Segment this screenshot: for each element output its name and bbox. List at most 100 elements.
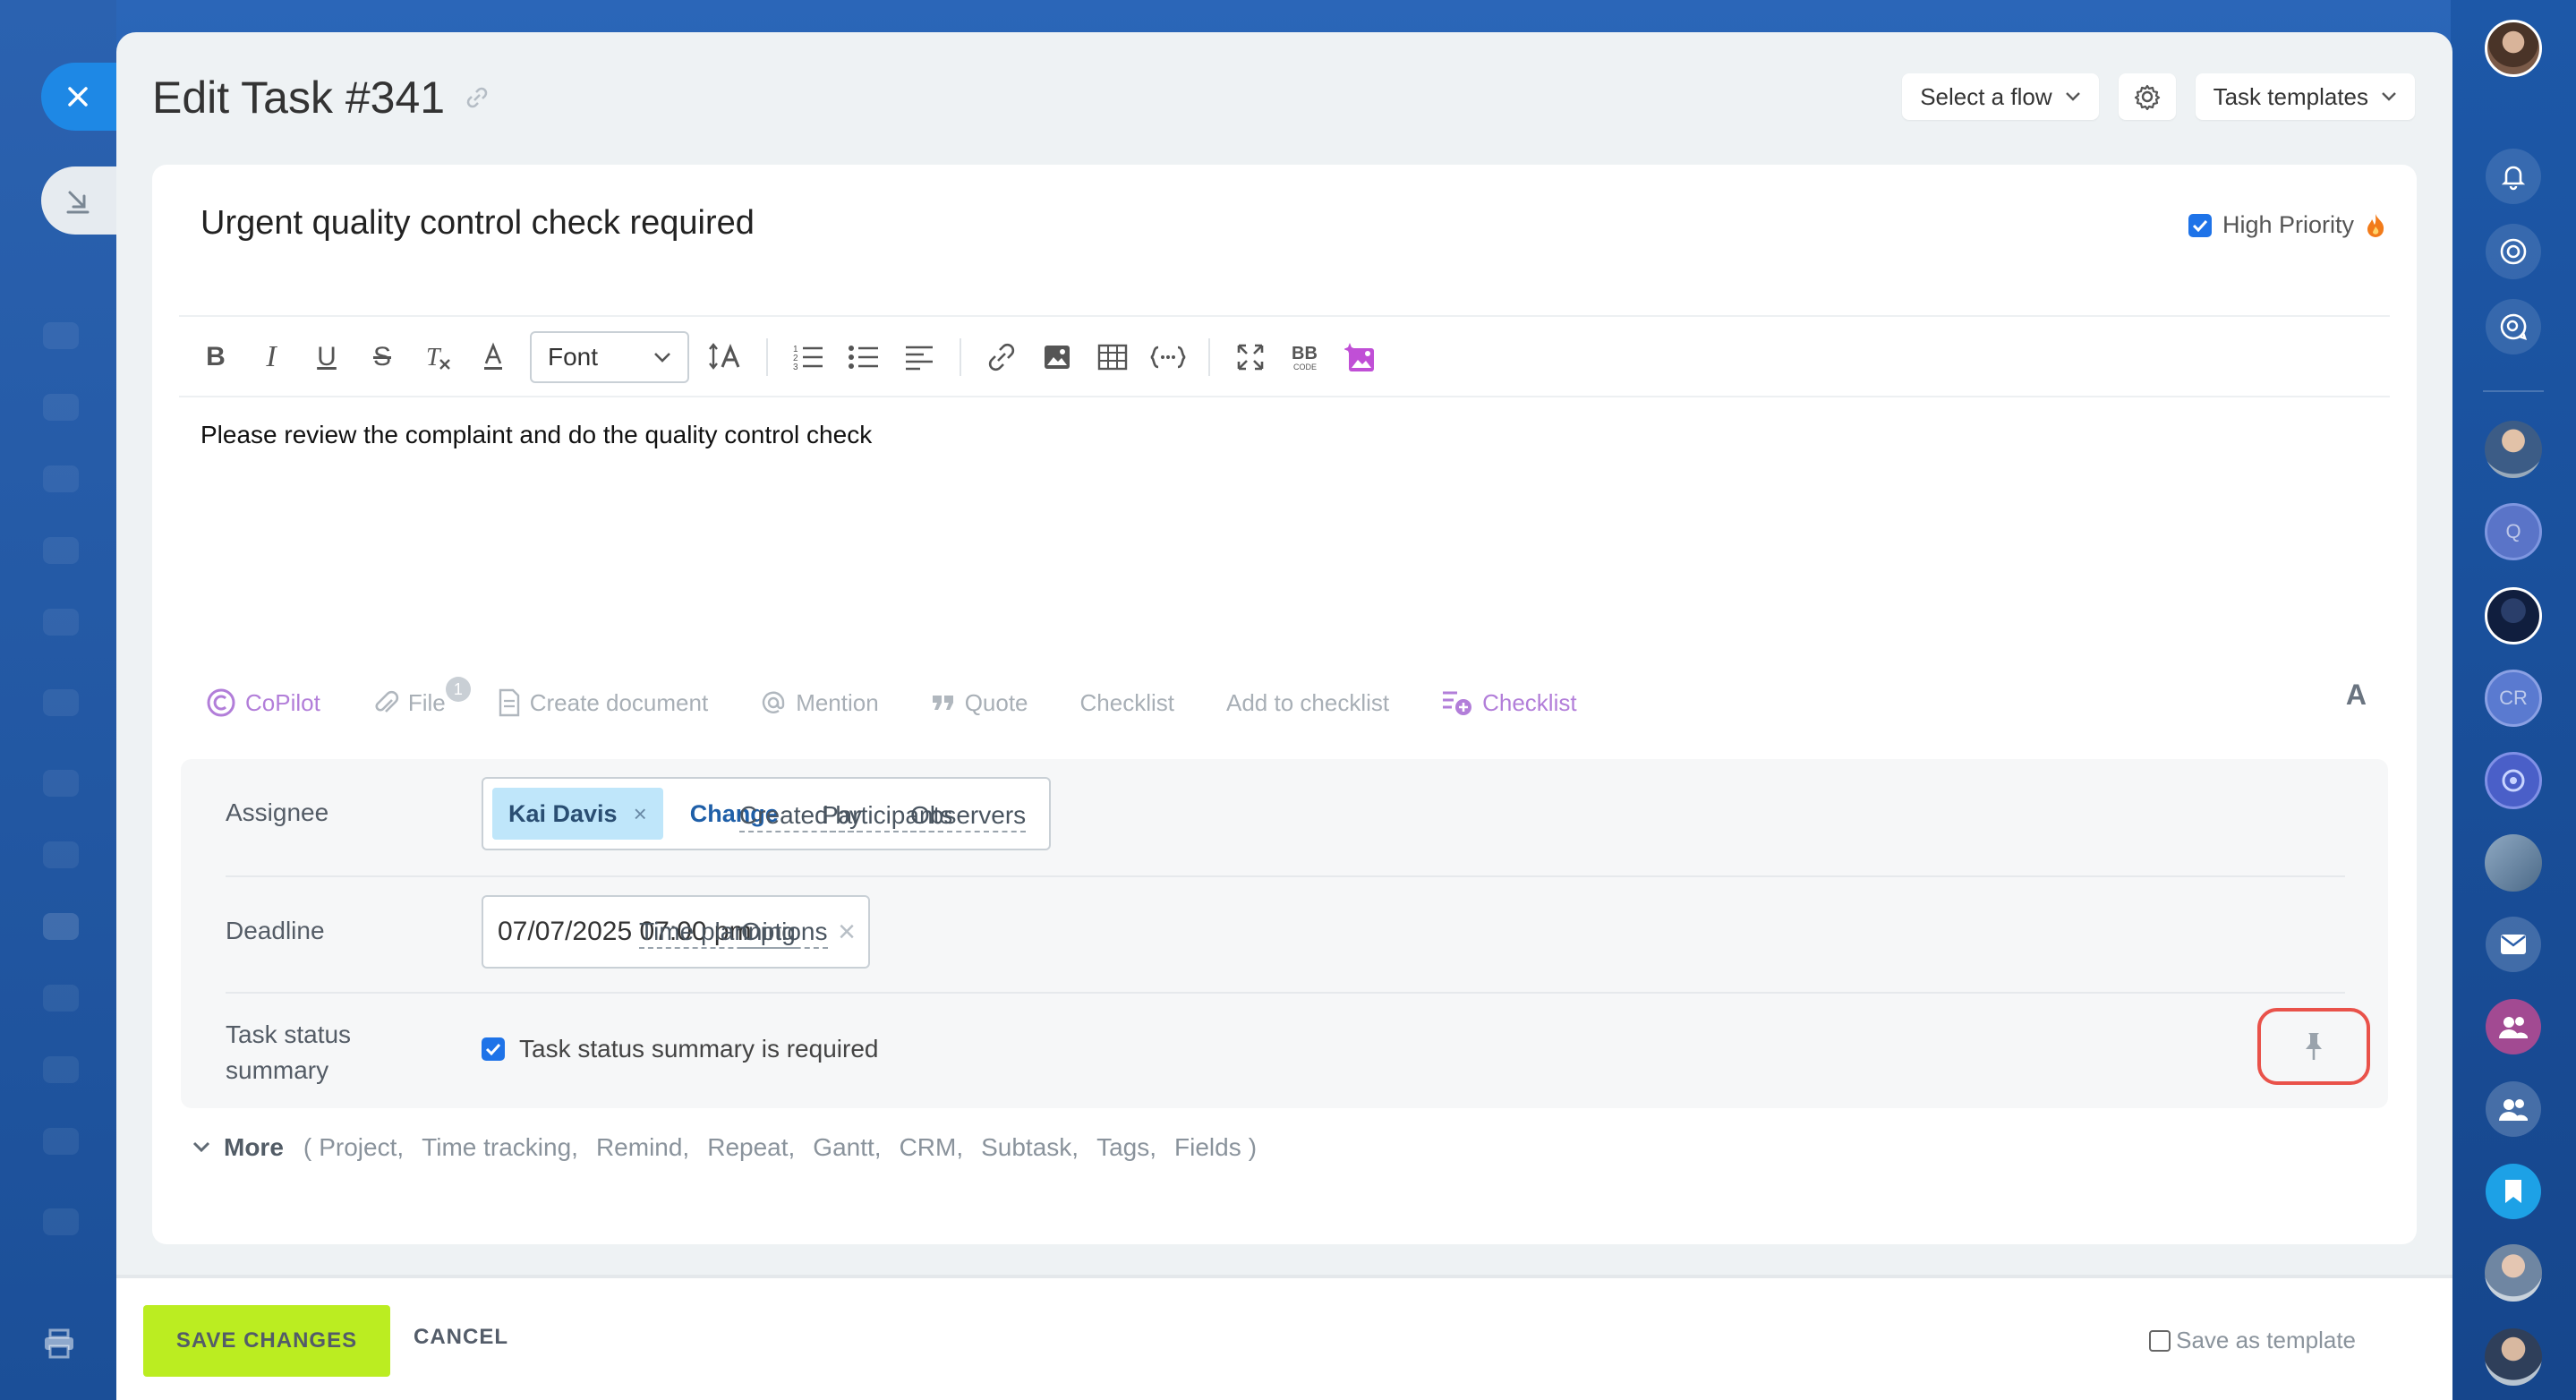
- user-avatar[interactable]: [2485, 20, 2542, 77]
- contact-avatar[interactable]: [2485, 1328, 2542, 1386]
- save-as-template-checkbox[interactable]: [2149, 1329, 2171, 1352]
- options-link[interactable]: Options: [741, 917, 828, 949]
- high-priority-checkbox[interactable]: [2188, 213, 2212, 237]
- observers-link[interactable]: Observers: [910, 800, 1027, 832]
- minimize-slider-button[interactable]: [41, 166, 120, 235]
- strikethrough-icon[interactable]: S: [354, 329, 410, 385]
- text-color-icon[interactable]: [465, 329, 521, 385]
- file-count-badge: 1: [445, 677, 471, 702]
- svg-text:CODE: CODE: [1293, 363, 1317, 371]
- file-label: File: [407, 688, 446, 716]
- font-size-icon[interactable]: [698, 329, 754, 385]
- quote-button[interactable]: Quote: [931, 689, 1028, 717]
- more-button[interactable]: More: [224, 1133, 284, 1162]
- notifications-button[interactable]: [2486, 149, 2541, 204]
- task-templates-button[interactable]: Task templates: [2195, 73, 2415, 120]
- more-gantt[interactable]: Gantt,: [813, 1133, 881, 1162]
- contact-avatar[interactable]: Q: [2485, 503, 2542, 560]
- cancel-button[interactable]: CANCEL: [414, 1325, 508, 1350]
- contact-avatar[interactable]: [2485, 834, 2542, 892]
- more-remind[interactable]: Remind,: [596, 1133, 689, 1162]
- file-button[interactable]: File 1: [372, 677, 471, 718]
- table-icon[interactable]: [1085, 329, 1140, 385]
- chevron-down-icon[interactable]: [192, 1140, 211, 1155]
- more-fields[interactable]: Fields: [1174, 1133, 1241, 1162]
- close-slider-button[interactable]: [41, 63, 120, 131]
- rail-item: [43, 537, 79, 564]
- checklist-button[interactable]: Checklist: [1080, 689, 1174, 717]
- fullscreen-icon[interactable]: [1223, 329, 1278, 385]
- summary-required-toggle[interactable]: Task status summary is required: [482, 1035, 878, 1063]
- rail-item: [43, 1056, 79, 1083]
- more-repeat[interactable]: Repeat,: [707, 1133, 795, 1162]
- document-icon: [499, 688, 519, 717]
- checklist-ai-button[interactable]: Checklist: [1441, 688, 1577, 717]
- printer-icon: [45, 1328, 73, 1359]
- bbcode-icon[interactable]: BB CODE: [1278, 329, 1334, 385]
- checklist-add-icon: [1443, 691, 1472, 715]
- underline-icon[interactable]: U: [299, 329, 354, 385]
- mention-button[interactable]: Mention: [760, 689, 879, 717]
- image-icon[interactable]: [1029, 329, 1085, 385]
- bell-icon: [2501, 166, 2526, 191]
- high-priority-toggle[interactable]: High Priority: [2188, 211, 2386, 239]
- clear-deadline-icon[interactable]: ×: [838, 915, 856, 950]
- paperclip-icon: [375, 690, 398, 713]
- contact-avatar[interactable]: [2485, 1244, 2542, 1302]
- task-title-input[interactable]: Urgent quality control check required: [200, 204, 755, 243]
- mail-button[interactable]: [2486, 917, 2541, 972]
- ai-image-icon[interactable]: [1334, 329, 1389, 385]
- select-flow-label: Select a flow: [1920, 82, 2052, 110]
- clear-format-icon[interactable]: T: [410, 329, 465, 385]
- summary-label-line1: Task status: [226, 1020, 352, 1048]
- svg-text:T: T: [426, 344, 442, 371]
- summary-required-checkbox[interactable]: [482, 1037, 505, 1061]
- italic-icon[interactable]: I: [243, 329, 299, 385]
- save-changes-button[interactable]: SAVE CHANGES: [143, 1305, 390, 1377]
- save-as-template-toggle[interactable]: Save as template: [2149, 1327, 2356, 1354]
- group-avatar[interactable]: [2485, 752, 2542, 809]
- add-to-checklist-button[interactable]: Add to checklist: [1226, 689, 1389, 717]
- contact-avatar[interactable]: [2485, 587, 2542, 645]
- formatting-toggle-button[interactable]: A: [2346, 679, 2367, 712]
- header-actions: Select a flow Task templates: [1902, 73, 2415, 120]
- more-tags[interactable]: Tags,: [1096, 1133, 1156, 1162]
- edit-task-panel: Edit Task #341 Select a flow Task templa…: [116, 32, 2452, 1400]
- checklist-label: Checklist: [1079, 688, 1174, 716]
- rail-item: [43, 394, 79, 421]
- rail-item: [43, 689, 79, 716]
- svg-text:3: 3: [793, 363, 798, 371]
- link-icon[interactable]: [974, 329, 1029, 385]
- remove-assignee-icon[interactable]: ×: [634, 800, 647, 828]
- assignee-chip[interactable]: Kai Davis ×: [492, 788, 663, 840]
- pin-field-button[interactable]: [2257, 1008, 2370, 1085]
- bookmark-button[interactable]: [2486, 1164, 2541, 1219]
- more-project[interactable]: Project,: [319, 1133, 404, 1162]
- chevron-down-icon: [654, 353, 670, 363]
- more-time-tracking[interactable]: Time tracking,: [422, 1133, 578, 1162]
- bold-icon[interactable]: B: [188, 329, 243, 385]
- print-button[interactable]: [43, 1328, 75, 1363]
- close-icon: [68, 87, 88, 107]
- select-flow-button[interactable]: Select a flow: [1902, 73, 2099, 120]
- contact-avatar[interactable]: CR: [2485, 670, 2542, 727]
- settings-button[interactable]: [2118, 73, 2176, 120]
- search-chat-button[interactable]: [2486, 299, 2541, 354]
- contact-avatar[interactable]: [2485, 421, 2542, 478]
- description-editor[interactable]: Please review the complaint and do the q…: [200, 421, 872, 449]
- font-select[interactable]: Font: [530, 331, 689, 383]
- align-icon[interactable]: [891, 329, 947, 385]
- people-icon: [2499, 1099, 2528, 1121]
- link-icon[interactable]: [465, 85, 490, 110]
- create-document-button[interactable]: Create document: [498, 688, 708, 717]
- bullet-list-icon[interactable]: [836, 329, 891, 385]
- code-icon[interactable]: [1140, 329, 1196, 385]
- more-crm[interactable]: CRM,: [900, 1133, 964, 1162]
- divider: [179, 315, 2390, 317]
- copilot-rail-button[interactable]: [2486, 224, 2541, 279]
- copilot-button[interactable]: CoPilot: [206, 687, 320, 718]
- group-chat-button[interactable]: [2486, 999, 2541, 1054]
- numbered-list-icon[interactable]: 123: [780, 329, 836, 385]
- team-chat-button[interactable]: [2486, 1081, 2541, 1137]
- more-subtask[interactable]: Subtask,: [981, 1133, 1079, 1162]
